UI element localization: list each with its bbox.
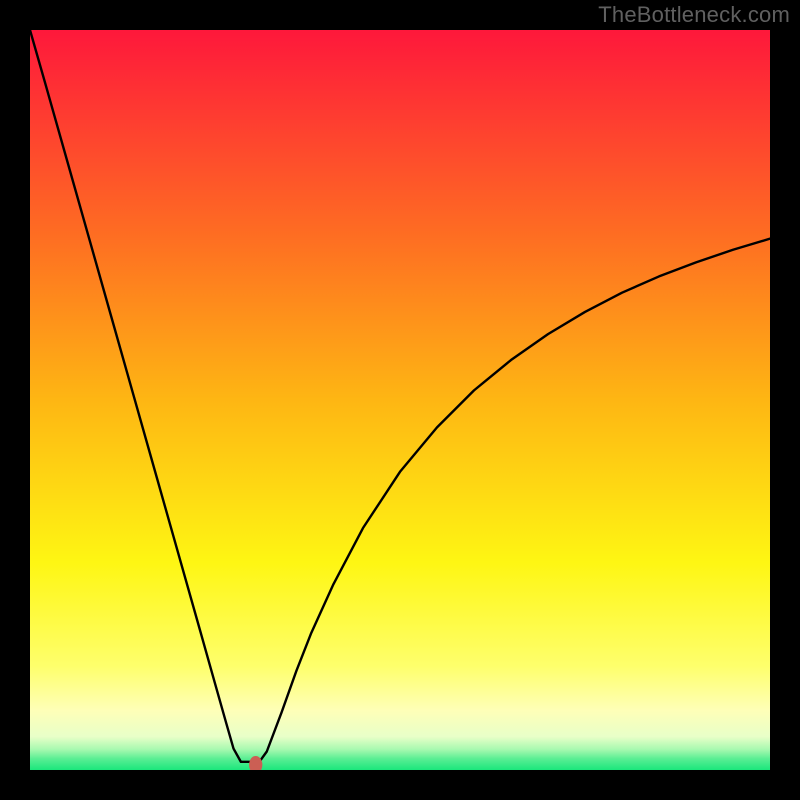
chart-svg [30,30,770,770]
watermark-text: TheBottleneck.com [598,2,790,28]
chart-frame: TheBottleneck.com [0,0,800,800]
plot-area [30,30,770,770]
gradient-background [30,30,770,770]
